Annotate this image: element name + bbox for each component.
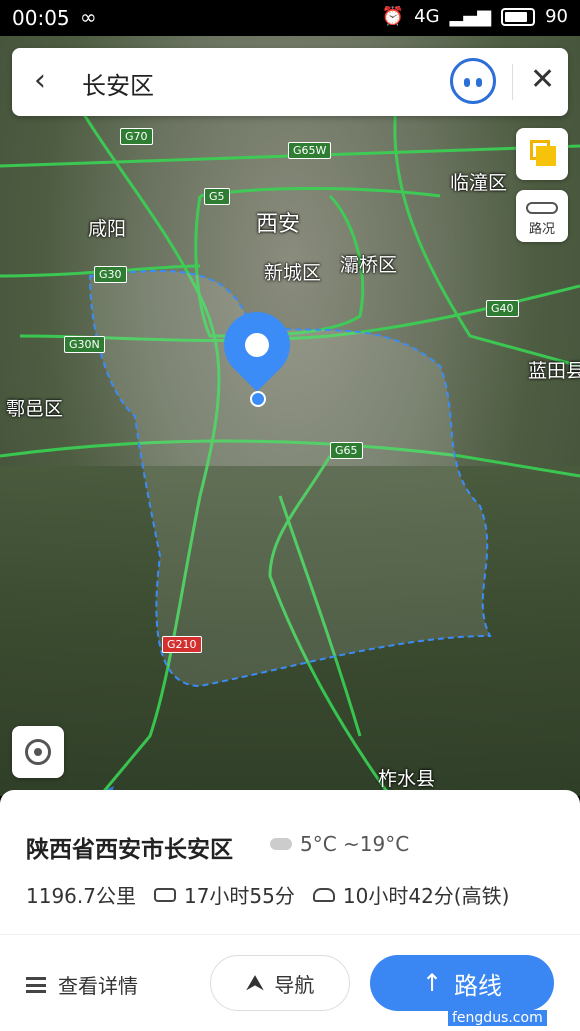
route-button[interactable]: ↑ 路线	[370, 955, 554, 1011]
place-panel: 陕西省西安市长安区 5°C ~19°C 1196.7公里 17小时55分 10小…	[0, 790, 580, 1031]
watermark: fengdus.com	[448, 1010, 547, 1026]
cloud-icon	[270, 838, 292, 850]
network-label: 4G	[414, 6, 440, 27]
details-label: 查看详情	[58, 974, 138, 998]
details-button[interactable]: 查看详情	[26, 970, 138, 999]
route-arrow-icon: ↑	[421, 969, 443, 997]
layers-button[interactable]	[516, 128, 568, 180]
map-label: 蓝田县	[528, 360, 580, 382]
route-label: 路线	[454, 971, 503, 1000]
train-metric: 10小时42分(高铁)	[312, 880, 510, 909]
route-shield: G5	[204, 188, 230, 205]
map-label: 鄠邑区	[6, 398, 64, 420]
search-bar[interactable]: ‹ 长安区 ✕	[12, 48, 568, 116]
navigate-label: 导航	[274, 972, 315, 997]
route-shield: G30N	[64, 336, 105, 353]
infinity-icon: ∞	[80, 5, 97, 29]
weather: 5°C ~19°C	[270, 832, 409, 856]
close-icon[interactable]: ✕	[530, 62, 555, 97]
route-shield: G65	[330, 442, 363, 459]
locate-button[interactable]	[12, 726, 64, 778]
car-icon	[153, 887, 176, 902]
navigation-arrow-icon: ⮝	[245, 970, 265, 996]
battery-icon	[501, 7, 536, 26]
crosshair-icon	[25, 739, 51, 765]
layers-icon-fill	[536, 146, 556, 166]
list-icon	[26, 976, 46, 993]
place-title: 陕西省西安市长安区	[26, 837, 233, 863]
map-view[interactable]: 咸阳 西安 新城区 灞桥区 临潼区 鄠邑区 蓝田县 柞水县 G70 G65W G…	[0, 36, 580, 796]
map-label: 柞水县	[378, 768, 436, 790]
status-right: ⏰ 4G ▂▄▆ 90	[382, 6, 568, 27]
signal-icon: ▂▄▆	[449, 6, 492, 27]
route-shield: G30	[94, 266, 127, 283]
travel-metrics: 1196.7公里 17小时55分 10小时42分(高铁)	[26, 880, 509, 909]
map-label: 灞桥区	[340, 254, 398, 276]
location-dot	[250, 391, 266, 407]
map-label: 新城区	[264, 262, 322, 284]
navigate-button[interactable]: ⮝ 导航	[210, 955, 350, 1011]
weather-text: 5°C ~19°C	[300, 832, 410, 856]
map-label: 西安	[256, 212, 301, 237]
status-time: 00:05	[12, 6, 70, 30]
panel-divider	[0, 934, 580, 935]
route-shield: G70	[120, 128, 153, 145]
traffic-label: 路况	[528, 222, 555, 237]
train-icon	[312, 887, 335, 902]
route-shield: G210	[162, 636, 202, 653]
search-divider	[512, 64, 513, 100]
route-shield: G65W	[288, 142, 332, 159]
alarm-icon: ⏰	[381, 6, 405, 27]
drive-time: 17小时55分	[183, 884, 295, 908]
drive-metric: 17小时55分	[153, 880, 295, 909]
chevron-left-icon[interactable]: ‹	[34, 64, 46, 98]
map-label: 咸阳	[88, 218, 127, 240]
distance: 1196.7公里	[26, 884, 136, 908]
train-time: 10小时42分(高铁)	[342, 884, 510, 908]
status-bar: 00:05 ∞ ⏰ 4G ▂▄▆ 90	[0, 0, 580, 36]
battery-level: 90	[545, 6, 568, 27]
assistant-icon[interactable]	[450, 58, 496, 104]
map-label: 临潼区	[450, 172, 508, 194]
traffic-light-icon	[526, 202, 558, 214]
route-shield: G40	[486, 300, 519, 317]
traffic-button[interactable]: 路况	[516, 190, 568, 242]
search-input[interactable]: 长安区	[82, 66, 154, 101]
